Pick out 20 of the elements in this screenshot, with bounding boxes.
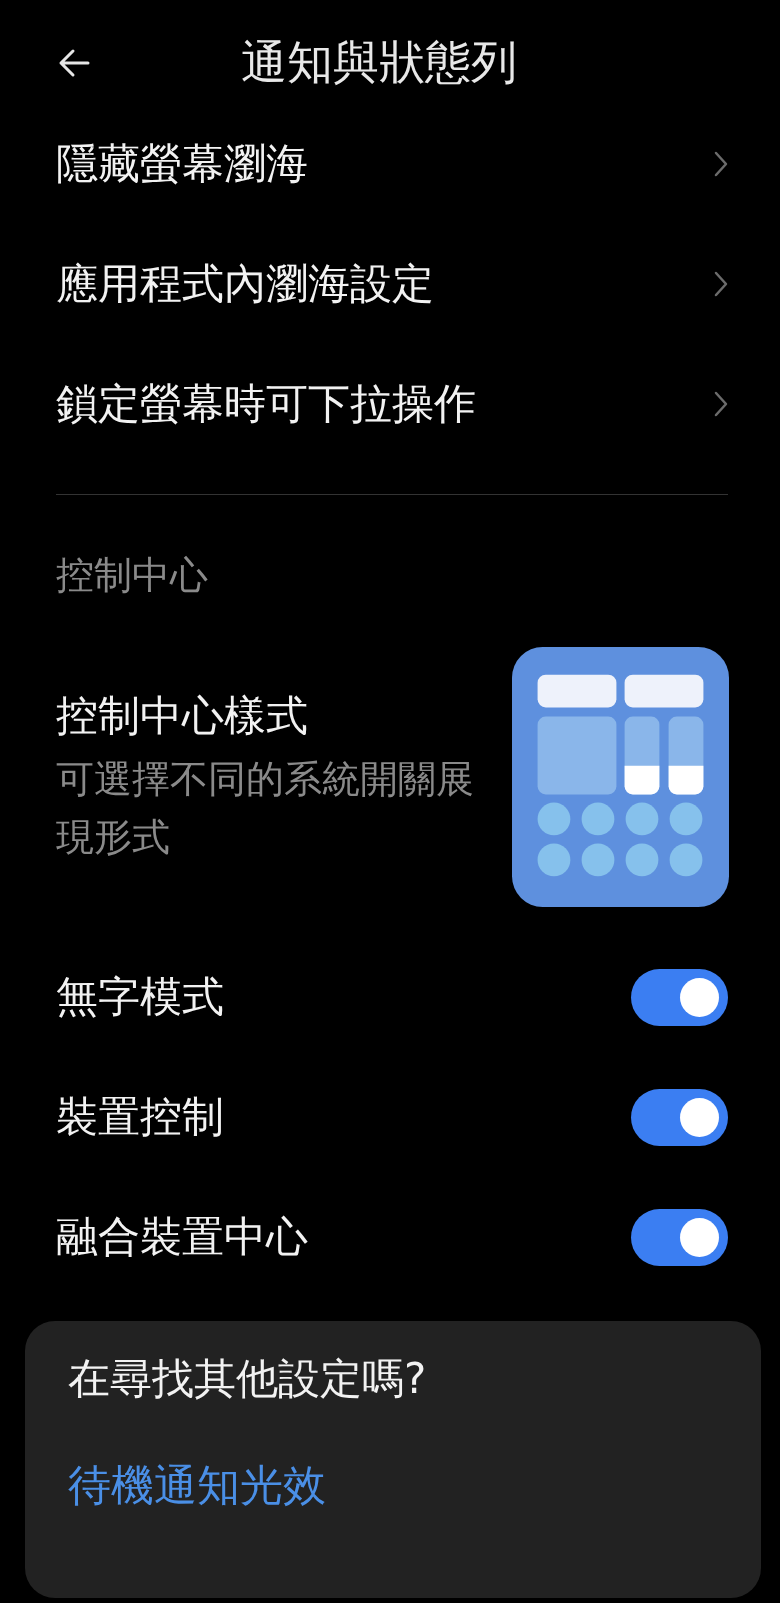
toggle-label: 裝置控制	[56, 1091, 224, 1143]
settings-item[interactable]: 鎖定螢幕時可下拉操作	[0, 344, 780, 464]
toggle-switch[interactable]	[631, 1208, 728, 1266]
chevron-icon	[714, 271, 728, 297]
settings-item[interactable]: 隱藏螢幕瀏海	[0, 104, 780, 224]
option-description: 可選擇不同的系統開關展現形式	[56, 756, 475, 861]
chevron-icon	[714, 151, 728, 177]
toggle-label: 無字模式	[56, 971, 224, 1023]
settings-item[interactable]: 應用程式內瀏海設定	[0, 224, 780, 344]
page-title: 通知與狀態列	[241, 34, 517, 91]
card-title: 在尋找其他設定嗎?	[68, 1353, 428, 1405]
settings-link[interactable]: 待機通知光效	[68, 1457, 326, 1515]
toggle-switch[interactable]	[631, 968, 728, 1026]
chevron-icon	[714, 391, 728, 417]
back-icon[interactable]	[58, 47, 91, 79]
toggle-switch[interactable]	[631, 1088, 728, 1146]
section-header: 控制中心	[56, 552, 209, 599]
toggle-label: 融合裝置中心	[56, 1211, 308, 1263]
option-title: 控制中心樣式	[56, 690, 309, 742]
control-center-drawing[interactable]	[512, 647, 729, 907]
